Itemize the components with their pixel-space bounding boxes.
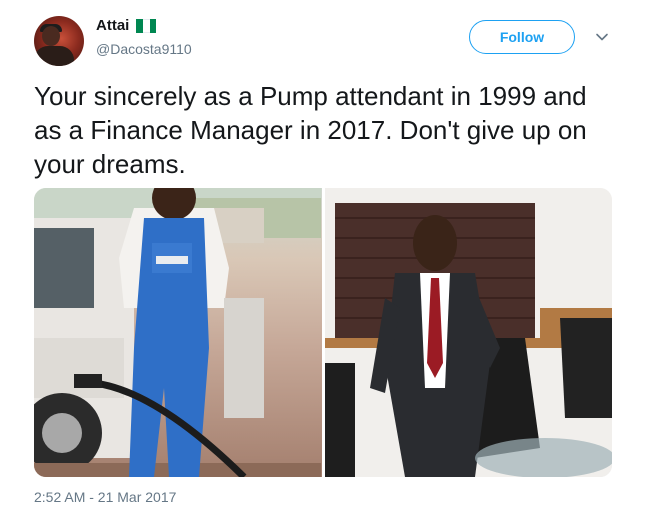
pump-attendant-illustration (34, 188, 321, 477)
author-name-row: Attai (96, 17, 157, 34)
nigeria-flag-icon (136, 18, 157, 33)
display-name[interactable]: Attai (96, 17, 129, 34)
avatar-body (34, 46, 74, 66)
tweet-media (34, 188, 612, 477)
chevron-down-icon[interactable] (594, 29, 610, 45)
avatar[interactable] (34, 16, 84, 66)
user-handle[interactable]: @Dacosta9110 (96, 41, 192, 57)
photo-pump-attendant[interactable] (34, 188, 322, 477)
finance-manager-illustration (324, 188, 612, 477)
tweet-text: Your sincerely as a Pump attendant in 19… (34, 81, 587, 179)
follow-button[interactable]: Follow (469, 20, 575, 54)
avatar-head (42, 26, 60, 46)
tweet-timestamp[interactable]: 2:52 AM - 21 Mar 2017 (34, 489, 176, 505)
photo-finance-manager[interactable] (324, 188, 612, 477)
